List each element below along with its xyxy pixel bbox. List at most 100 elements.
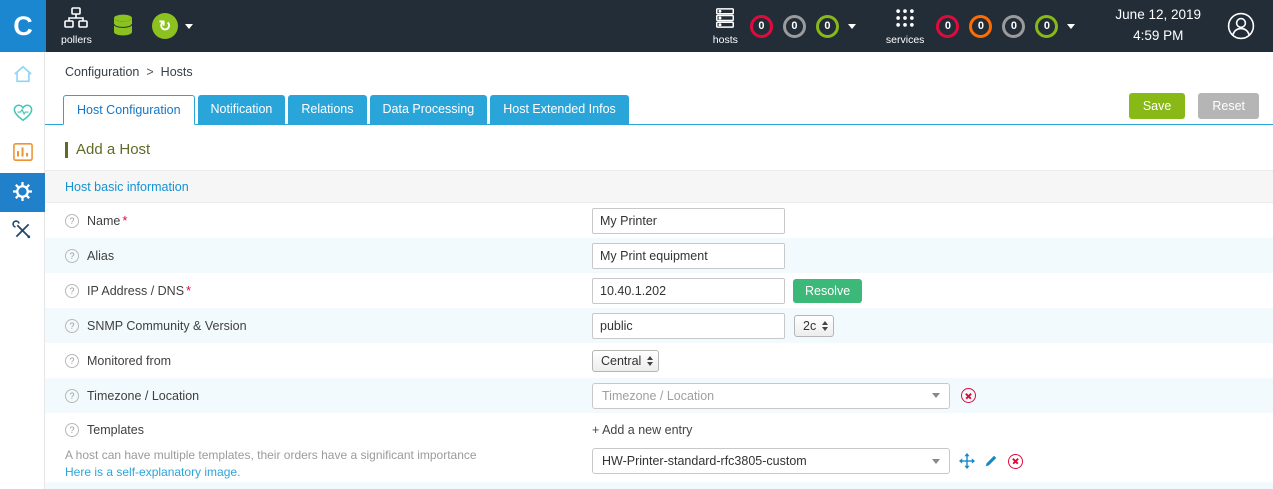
snmp-version-value: 2c [803,318,817,333]
form-row-alias: Alias [45,238,1273,273]
sidebar-item-reporting[interactable] [0,134,45,173]
form-row-timezone: Timezone / Location Timezone / Location [45,378,1273,413]
current-date: June 12, 2019 [1115,7,1201,23]
hosts-down-badge[interactable]: 0 [749,14,773,38]
tab-data-processing[interactable]: Data Processing [369,95,488,124]
chevron-down-icon [184,23,193,29]
save-button[interactable]: Save [1128,93,1186,119]
templates-help-link[interactable]: Here is a self-explanatory image. [65,464,592,481]
platform-status-menu[interactable] [151,13,193,39]
template-select[interactable]: HW-Printer-standard-rfc3805-custom [592,448,950,474]
help-icon[interactable] [65,213,79,228]
ip-input[interactable] [592,277,785,304]
help-icon[interactable] [65,388,79,403]
timezone-placeholder: Timezone / Location [602,388,715,403]
snmp-community-input[interactable] [592,312,785,339]
tools-icon [12,219,33,244]
sidebar-item-configuration[interactable] [0,173,45,212]
help-icon[interactable] [65,423,79,437]
hosts-status-menu[interactable]: hosts 0 0 0 [713,7,856,46]
chevron-down-icon [1067,23,1076,29]
move-template-icon[interactable] [959,453,975,469]
help-icon[interactable] [65,318,79,333]
breadcrumb-page[interactable]: Hosts [161,65,193,80]
pollers-icon [64,6,89,32]
services-warning-badge[interactable]: 0 [969,14,993,38]
name-input[interactable] [592,207,785,234]
tab-relations[interactable]: Relations [288,95,367,124]
hosts-icon [713,7,737,32]
help-icon[interactable] [65,353,79,368]
services-icon [893,7,917,32]
bar-chart-icon [12,142,34,165]
current-time: 4:59 PM [1133,28,1184,43]
chevron-down-icon [932,458,940,464]
services-status-menu[interactable]: services 0 0 0 0 [886,7,1076,46]
tab-bar: Host Configuration Notification Relation… [45,93,1273,125]
gear-icon [12,181,33,205]
title-accent-bar [65,141,68,158]
pollers-label: pollers [61,33,92,46]
monitored-from-select[interactable]: Central [592,349,660,372]
centreon-logo[interactable]: C [0,0,46,52]
alias-label: Alias [87,248,115,263]
form-row-snmp: SNMP Community & Version 2c [45,308,1273,343]
templates-help-text: A host can have multiple templates, thei… [65,448,477,462]
monitored-from-value: Central [601,353,642,368]
tab-notification[interactable]: Notification [197,95,286,124]
sync-ok-icon [151,13,178,39]
page-title-text: Add a Host [76,141,151,158]
tab-host-extended-infos[interactable]: Host Extended Infos [490,95,629,124]
breadcrumb-separator: > [146,65,154,79]
sidebar-item-home[interactable] [0,56,45,95]
heart-pulse-icon [12,103,34,126]
timezone-label: Timezone / Location [87,388,200,403]
breadcrumb-section[interactable]: Configuration [65,65,139,80]
tab-host-configuration[interactable]: Host Configuration [63,95,195,125]
form-row-templates: Templates A host can have multiple templ… [45,413,1273,482]
database-icon[interactable] [112,14,134,38]
help-icon[interactable] [65,283,79,298]
form-row-create-services: Create Services linked to the Template t… [45,481,1273,489]
resolve-button[interactable]: Resolve [793,278,863,303]
top-bar: C pollers ho [0,0,1273,52]
add-template-entry[interactable]: + Add a new entry [592,420,1259,440]
services-label: services [885,33,925,46]
home-icon [12,64,34,87]
form-row-monitored-from: Monitored from Central [45,343,1273,378]
form-row-name: Name [45,203,1273,238]
edit-template-icon[interactable] [984,454,998,468]
chevron-down-icon [932,393,940,398]
timezone-select[interactable]: Timezone / Location [592,382,950,409]
hosts-up-badge[interactable]: 0 [815,14,839,38]
user-avatar-icon[interactable] [1227,12,1255,40]
services-ok-badge[interactable]: 0 [1035,14,1059,38]
template-value: HW-Printer-standard-rfc3805-custom [602,454,807,468]
services-critical-badge[interactable]: 0 [936,14,960,38]
pollers-menu[interactable]: pollers [61,6,92,46]
hosts-label: hosts [712,33,738,46]
monitored-from-label: Monitored from [87,353,172,368]
snmp-label: SNMP Community & Version [87,318,247,333]
sidebar-item-monitoring[interactable] [0,95,45,134]
host-form: Name Alias IP Addres [45,203,1273,489]
help-icon[interactable] [65,248,79,263]
breadcrumb: Configuration > Hosts [65,65,1273,80]
sidebar [0,52,45,489]
delete-template-icon[interactable] [1008,453,1023,469]
name-label: Name [87,213,127,228]
clock: June 12, 2019 4:59 PM [1115,5,1201,47]
chevron-down-icon [847,23,856,29]
select-stepper-icon [822,320,829,331]
hosts-unreachable-badge[interactable]: 0 [782,14,806,38]
clear-timezone-icon[interactable] [961,388,976,403]
templates-label: Templates [87,423,144,437]
select-stepper-icon [647,355,654,366]
reset-button[interactable]: Reset [1198,93,1259,119]
snmp-version-select[interactable]: 2c [794,314,835,337]
section-header: Host basic information [45,170,1273,203]
sidebar-item-administration[interactable] [0,212,45,251]
alias-input[interactable] [592,242,785,269]
services-unknown-badge[interactable]: 0 [1002,14,1026,38]
ip-label: IP Address / DNS [87,283,191,298]
